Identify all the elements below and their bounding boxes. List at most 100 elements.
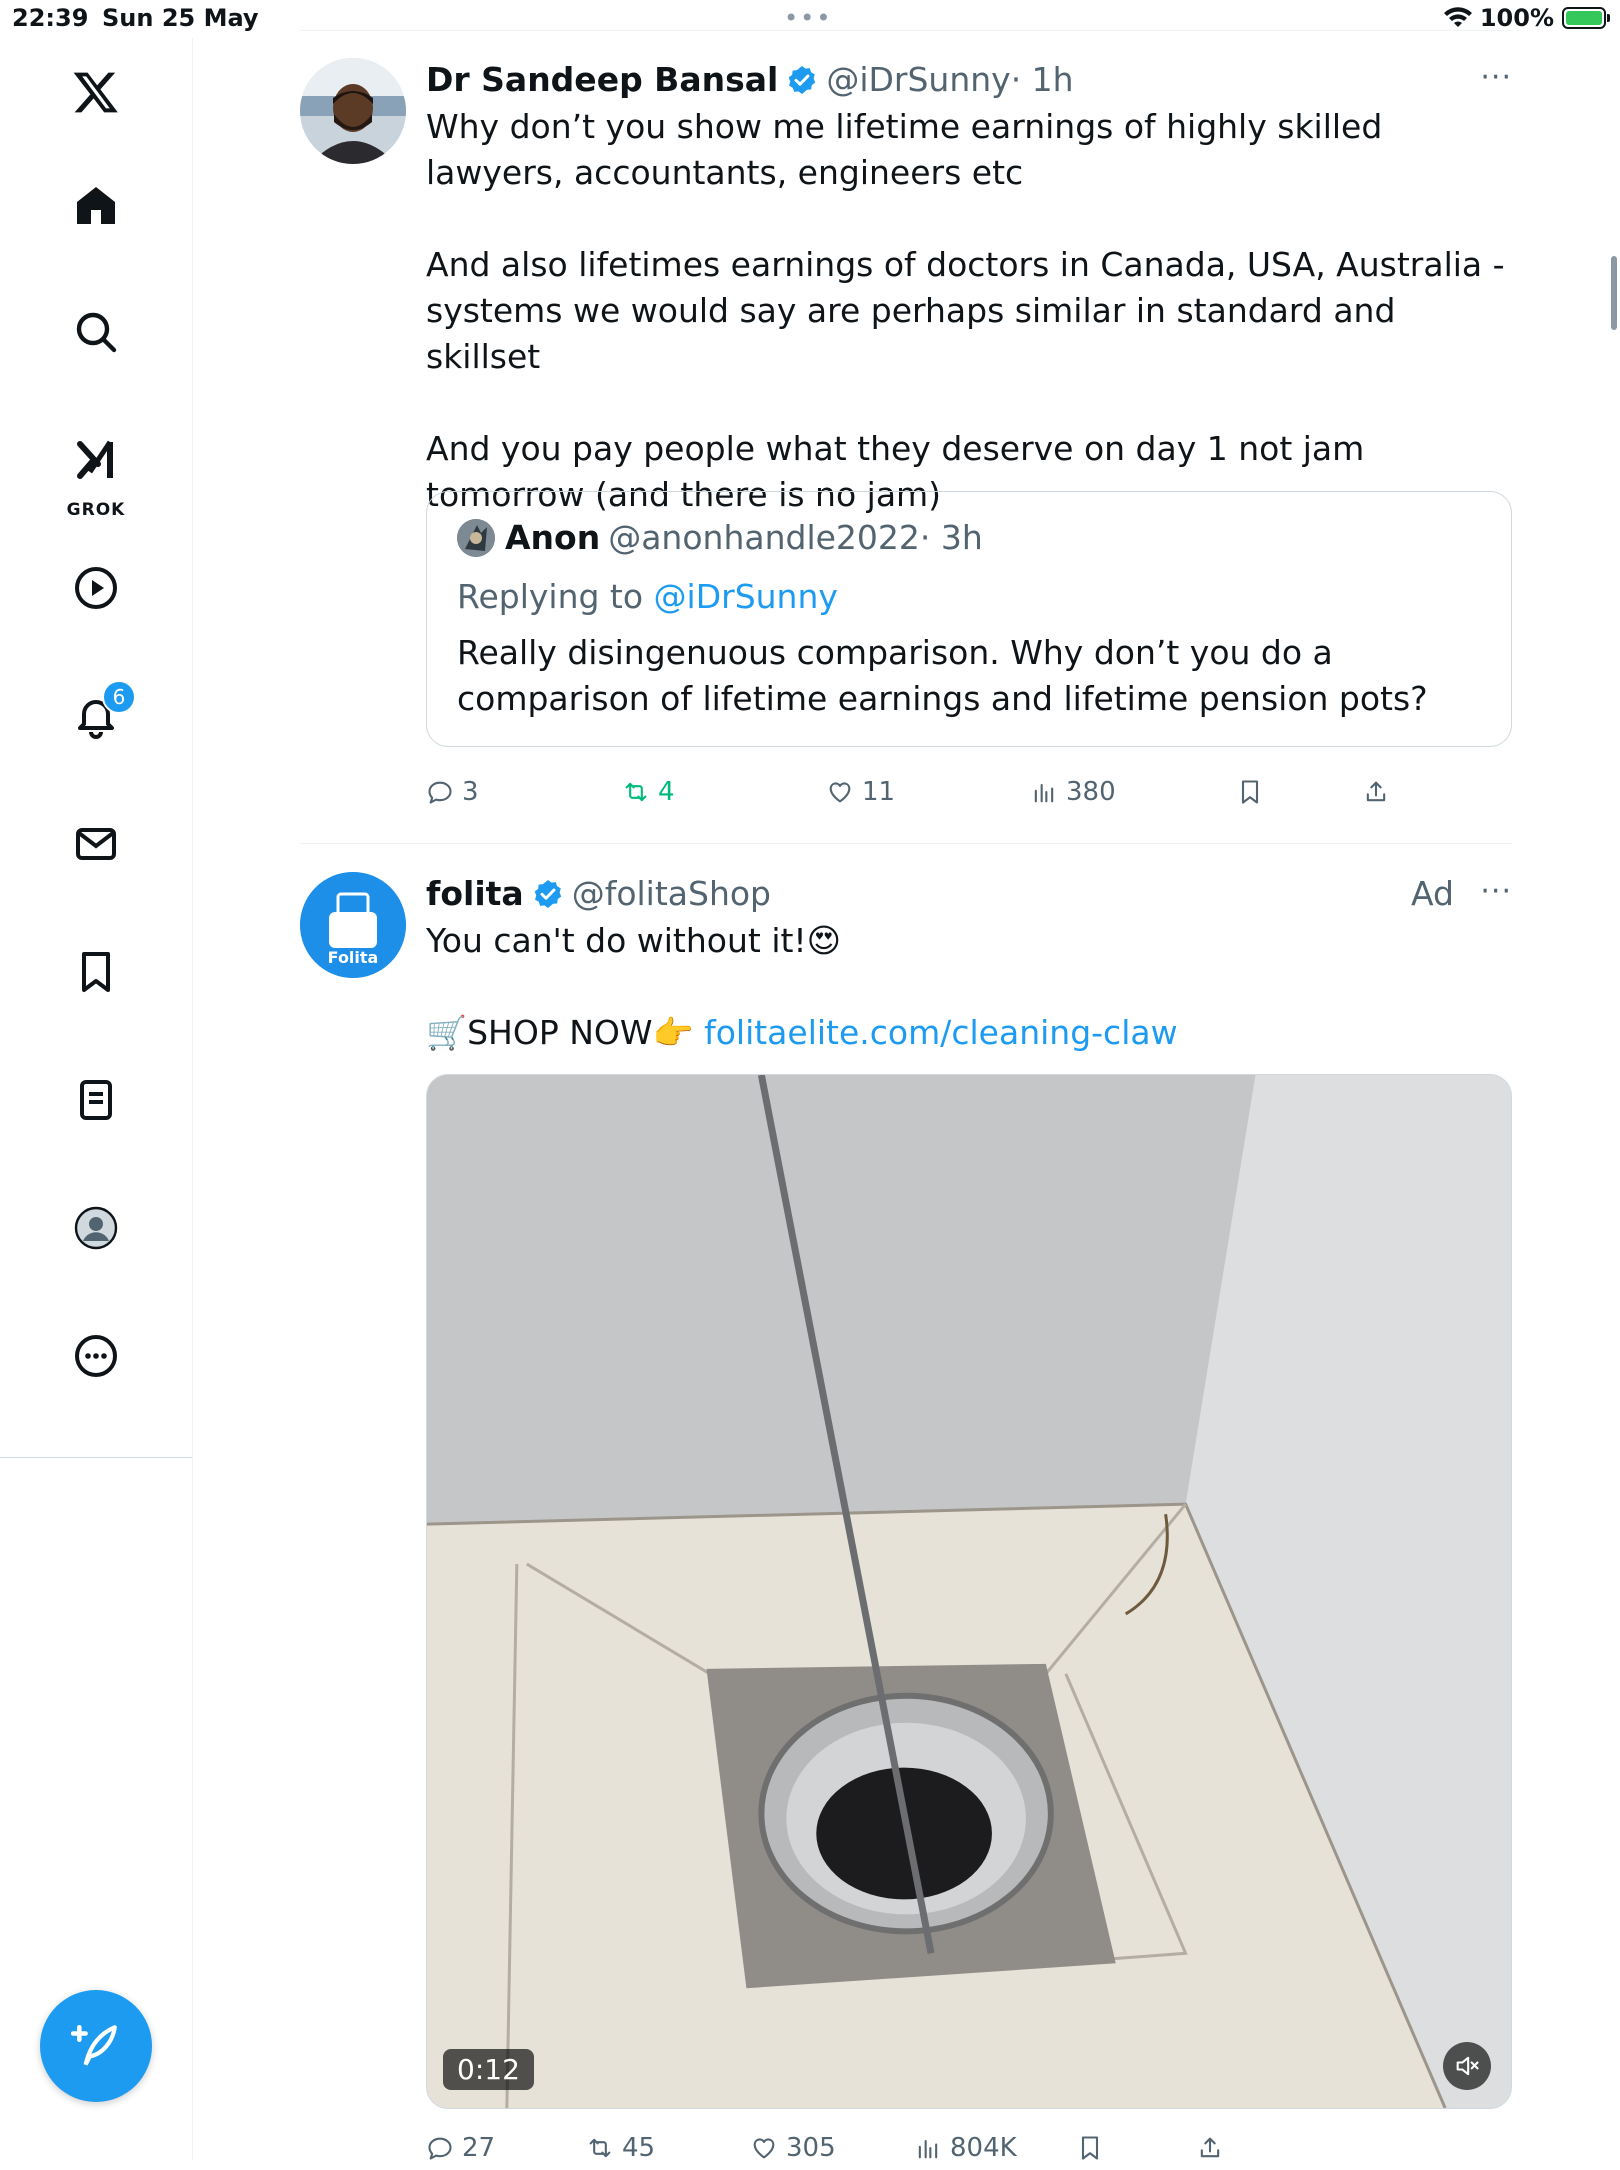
grok-label: GROK [66,500,126,520]
x-logo-icon[interactable] [56,52,136,132]
battery-percent: 100% [1479,4,1554,32]
mute-button[interactable] [1443,2042,1491,2090]
tweet-actions: 3 4 11 380 [426,770,1512,814]
heart-icon [829,782,851,803]
quote-header: Anon @anonhandle2022 · 3h [457,516,1481,560]
share-button[interactable] [1196,2126,1224,2170]
replying-to-label: Replying to [457,577,644,616]
notifications-badge: 6 [102,680,136,714]
bookmark-button[interactable] [1236,770,1264,814]
compose-button[interactable] [40,1990,152,2102]
tweet-paragraph: Why don’t you show me lifetime earnings … [426,107,1383,192]
quote-text: Really disingenuous comparison. Why don’… [457,633,1428,718]
views-icon [1034,783,1054,803]
avatar[interactable]: Folita [300,872,406,978]
tweet-header: Dr Sandeep Bansal @iDrSunny · 1h [426,58,1512,102]
verified-icon [788,66,816,94]
author-handle[interactable]: @folitaShop [572,872,771,916]
sidebar-divider [0,1457,192,1458]
notifications-icon[interactable]: 6 [56,676,136,756]
reply-button[interactable]: 3 [426,770,479,814]
tweet-header: folita @folitaShop [426,872,1512,916]
repost-button[interactable]: 45 [586,2126,655,2170]
muted-speaker-icon [1456,2056,1479,2076]
bookmark-icon [1241,780,1259,804]
search-icon[interactable] [56,292,136,372]
promoted-tweet[interactable]: Folita folita @folitaShop Ad ··· You can… [300,872,1512,2163]
quote-author-handle: @anonhandle2022 [608,518,920,557]
bookmarks-icon[interactable] [56,932,136,1012]
repost-count: 4 [658,777,675,807]
reply-button[interactable]: 27 [426,2126,495,2170]
author-name[interactable]: folita [426,872,524,916]
repost-icon [589,2138,611,2158]
video-duration: 0:12 [443,2049,534,2090]
multitasking-dots-icon[interactable]: ••• [784,4,832,32]
shop-now-text: 🛒SHOP NOW👉 [426,1013,694,1052]
reply-count: 3 [462,777,479,807]
author-handle[interactable]: @iDrSunny [826,58,1010,102]
status-right: 100% [1443,4,1610,32]
compose-icon [71,2024,117,2066]
video-frame [427,1075,1511,2108]
like-count: 305 [786,2133,836,2163]
tweet-paragraph: And also lifetimes earnings of doctors i… [426,245,1505,376]
reply-icon [428,781,452,804]
tweet-divider [300,843,1512,844]
video-player[interactable]: 0:12 [426,1074,1512,2109]
avatar-label: Folita [327,948,379,967]
status-bar: 22:39 Sun 25 May ••• 100% [0,0,1620,38]
like-count: 11 [862,777,896,807]
share-icon [1366,781,1386,802]
profile-icon[interactable] [56,1188,136,1268]
like-button[interactable]: 305 [750,2126,836,2170]
heart-icon [753,2138,775,2159]
scrollbar[interactable] [1611,256,1617,330]
feed-top-divider [300,30,1512,31]
view-count: 804K [950,2133,1017,2163]
bookmark-icon [1081,2136,1099,2160]
status-time: 22:39 [12,4,89,32]
more-options-button[interactable]: ··· [1480,872,1512,912]
views-icon [918,2139,938,2159]
share-icon [1200,2137,1220,2158]
more-options-button[interactable]: ··· [1480,58,1512,98]
replying-to: Replying to @iDrSunny [457,574,1481,620]
more-icon[interactable] [56,1316,136,1396]
share-button[interactable] [1362,770,1390,814]
wifi-icon [1443,7,1472,27]
tweet-paragraph: 🛒SHOP NOW👉 folitaelite.com/cleaning-claw [426,1010,1512,1056]
lists-icon[interactable] [56,1060,136,1140]
quoted-tweet[interactable]: Anon @anonhandle2022 · 3h Replying to @i… [426,491,1512,747]
tweet-actions: 27 45 305 804K [426,2126,1512,2170]
status-date: Sun 25 May [102,4,259,32]
ad-link[interactable]: folitaelite.com/cleaning-claw [704,1013,1178,1052]
home-icon[interactable] [56,166,136,246]
view-count: 380 [1066,777,1116,807]
bookmark-button[interactable] [1076,2126,1104,2170]
views-button[interactable]: 804K [914,2126,1017,2170]
avatar[interactable] [300,58,406,164]
video-icon[interactable] [56,548,136,628]
quote-author-name: Anon [505,518,601,557]
tweet-text: Why don’t you show me lifetime earnings … [426,104,1512,518]
views-button[interactable]: 380 [1030,770,1116,814]
like-button[interactable]: 11 [826,770,895,814]
repost-button[interactable]: 4 [622,770,675,814]
reply-count: 27 [462,2133,496,2163]
tweet[interactable]: Dr Sandeep Bansal @iDrSunny · 1h ··· Why… [300,58,1512,818]
battery-icon [1562,7,1610,29]
ad-label: Ad [1411,874,1454,913]
verified-icon [534,880,561,908]
quote-avatar [457,519,495,557]
messages-icon[interactable] [56,804,136,884]
replying-to-handle[interactable]: @iDrSunny [654,577,838,616]
author-name[interactable]: Dr Sandeep Bansal [426,58,778,102]
repost-count: 45 [622,2133,656,2163]
sidebar: GROK 6 [0,38,193,2160]
tweet-text: You can't do without it!😍 🛒SHOP NOW👉 fol… [426,918,1512,1056]
tweet-time[interactable]: · 1h [1011,58,1074,102]
repost-icon [625,782,647,802]
grok-icon[interactable]: GROK [56,418,136,528]
tweet-paragraph: You can't do without it!😍 [426,921,842,960]
